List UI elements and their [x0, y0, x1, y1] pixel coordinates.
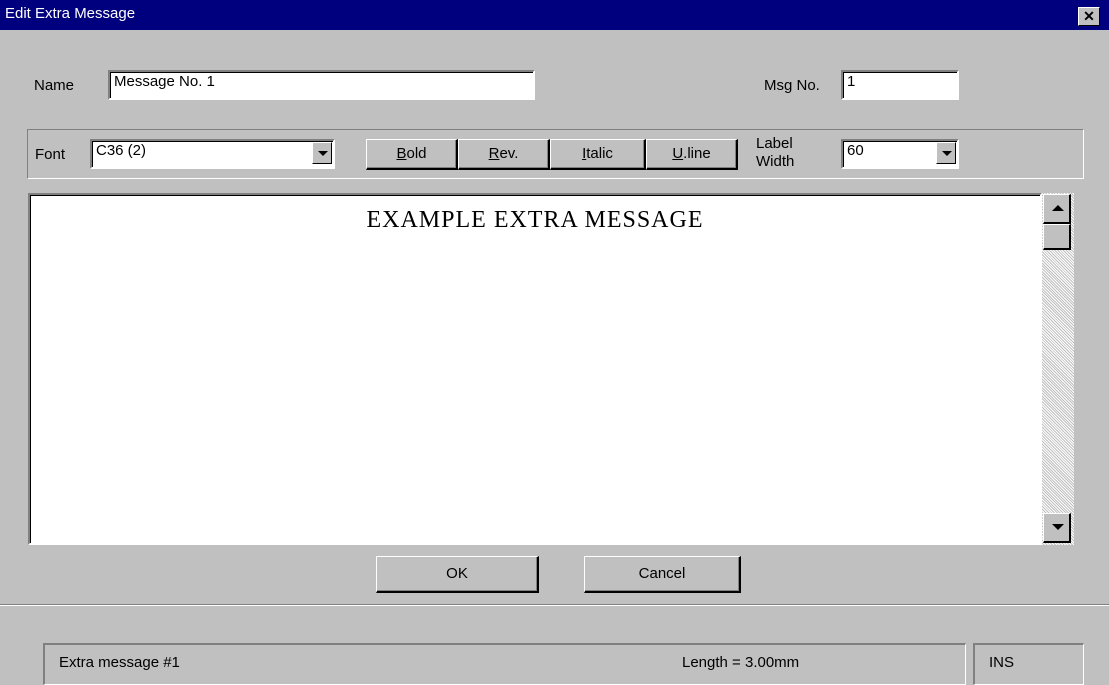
close-button[interactable]: ✕ — [1078, 7, 1100, 26]
italic-button[interactable]: Italic — [550, 139, 646, 170]
status-length: Length = 3.00mm — [682, 654, 800, 671]
status-message-panel: Extra message #1 Length = 3.00mm — [43, 643, 966, 685]
font-label: Font — [35, 146, 66, 163]
font-select[interactable]: C36 (2) — [90, 139, 335, 169]
label-width-dropdown-button[interactable] — [936, 142, 956, 164]
close-icon: ✕ — [1083, 8, 1095, 24]
window-title: Edit Extra Message — [5, 5, 136, 22]
underline-button[interactable]: U.line — [646, 139, 738, 170]
name-input-value: Message No. 1 — [114, 73, 215, 90]
scroll-up-button[interactable] — [1043, 194, 1071, 224]
rev-button[interactable]: Rev. — [458, 139, 550, 170]
cancel-button[interactable]: Cancel — [584, 556, 741, 593]
underline-mnemonic: U — [672, 145, 684, 162]
label-width-label-line2: Width — [756, 153, 795, 170]
font-dropdown-button[interactable] — [312, 142, 332, 164]
status-divider — [0, 604, 1109, 606]
arrow-down-icon — [1052, 524, 1064, 530]
name-label: Name — [34, 77, 75, 94]
scroll-down-button[interactable] — [1043, 513, 1071, 543]
label-width-select[interactable]: 60 — [841, 139, 959, 169]
label-width-value: 60 — [847, 142, 864, 159]
bold-mnemonic: B — [396, 145, 407, 162]
message-editor[interactable]: EXAMPLE EXTRA MESSAGE — [28, 193, 1042, 545]
label-width-label: Label Width — [756, 135, 794, 171]
label-width-label-line1: Label — [756, 135, 793, 152]
rev-label: ev. — [499, 145, 519, 162]
font-select-value: C36 (2) — [96, 142, 147, 159]
msg-no-label: Msg No. — [764, 77, 820, 94]
arrow-up-icon — [1052, 205, 1064, 211]
status-message: Extra message #1 — [59, 654, 180, 671]
bold-label: old — [406, 145, 427, 162]
msg-no-input[interactable]: 1 — [841, 70, 959, 100]
ok-button[interactable]: OK — [376, 556, 539, 593]
chevron-down-icon — [318, 151, 328, 156]
editor-text: EXAMPLE EXTRA MESSAGE — [366, 207, 704, 233]
scroll-thumb[interactable] — [1043, 224, 1071, 250]
editor-scrollbar[interactable] — [1042, 193, 1074, 545]
status-mode-panel: INS — [973, 643, 1084, 685]
title-bar — [0, 0, 1109, 30]
italic-label: talic — [586, 145, 613, 162]
status-mode: INS — [989, 654, 1015, 671]
rev-mnemonic: R — [488, 145, 500, 162]
underline-label: .line — [683, 145, 711, 162]
bold-button[interactable]: Bold — [366, 139, 458, 170]
msg-no-input-value: 1 — [847, 73, 856, 90]
chevron-down-icon — [942, 151, 952, 156]
name-input[interactable]: Message No. 1 — [108, 70, 535, 100]
